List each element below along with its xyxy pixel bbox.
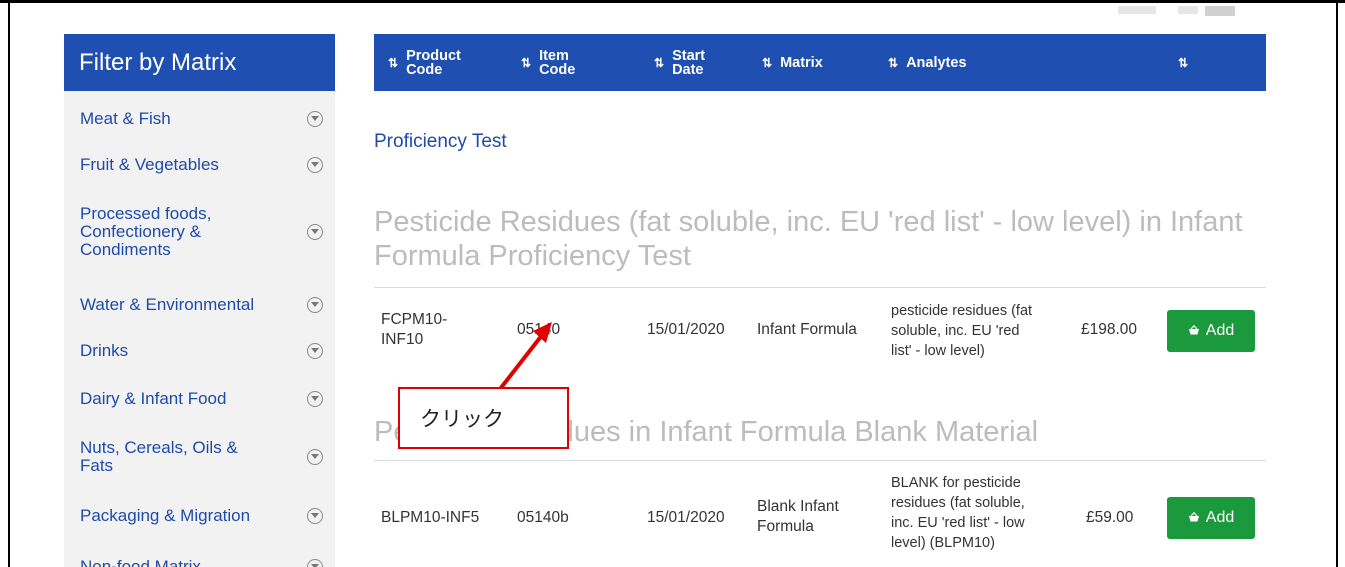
click-annotation-box: クリック (398, 387, 569, 449)
annotation-arrow (498, 322, 552, 391)
click-annotation-label: クリック (420, 407, 504, 431)
